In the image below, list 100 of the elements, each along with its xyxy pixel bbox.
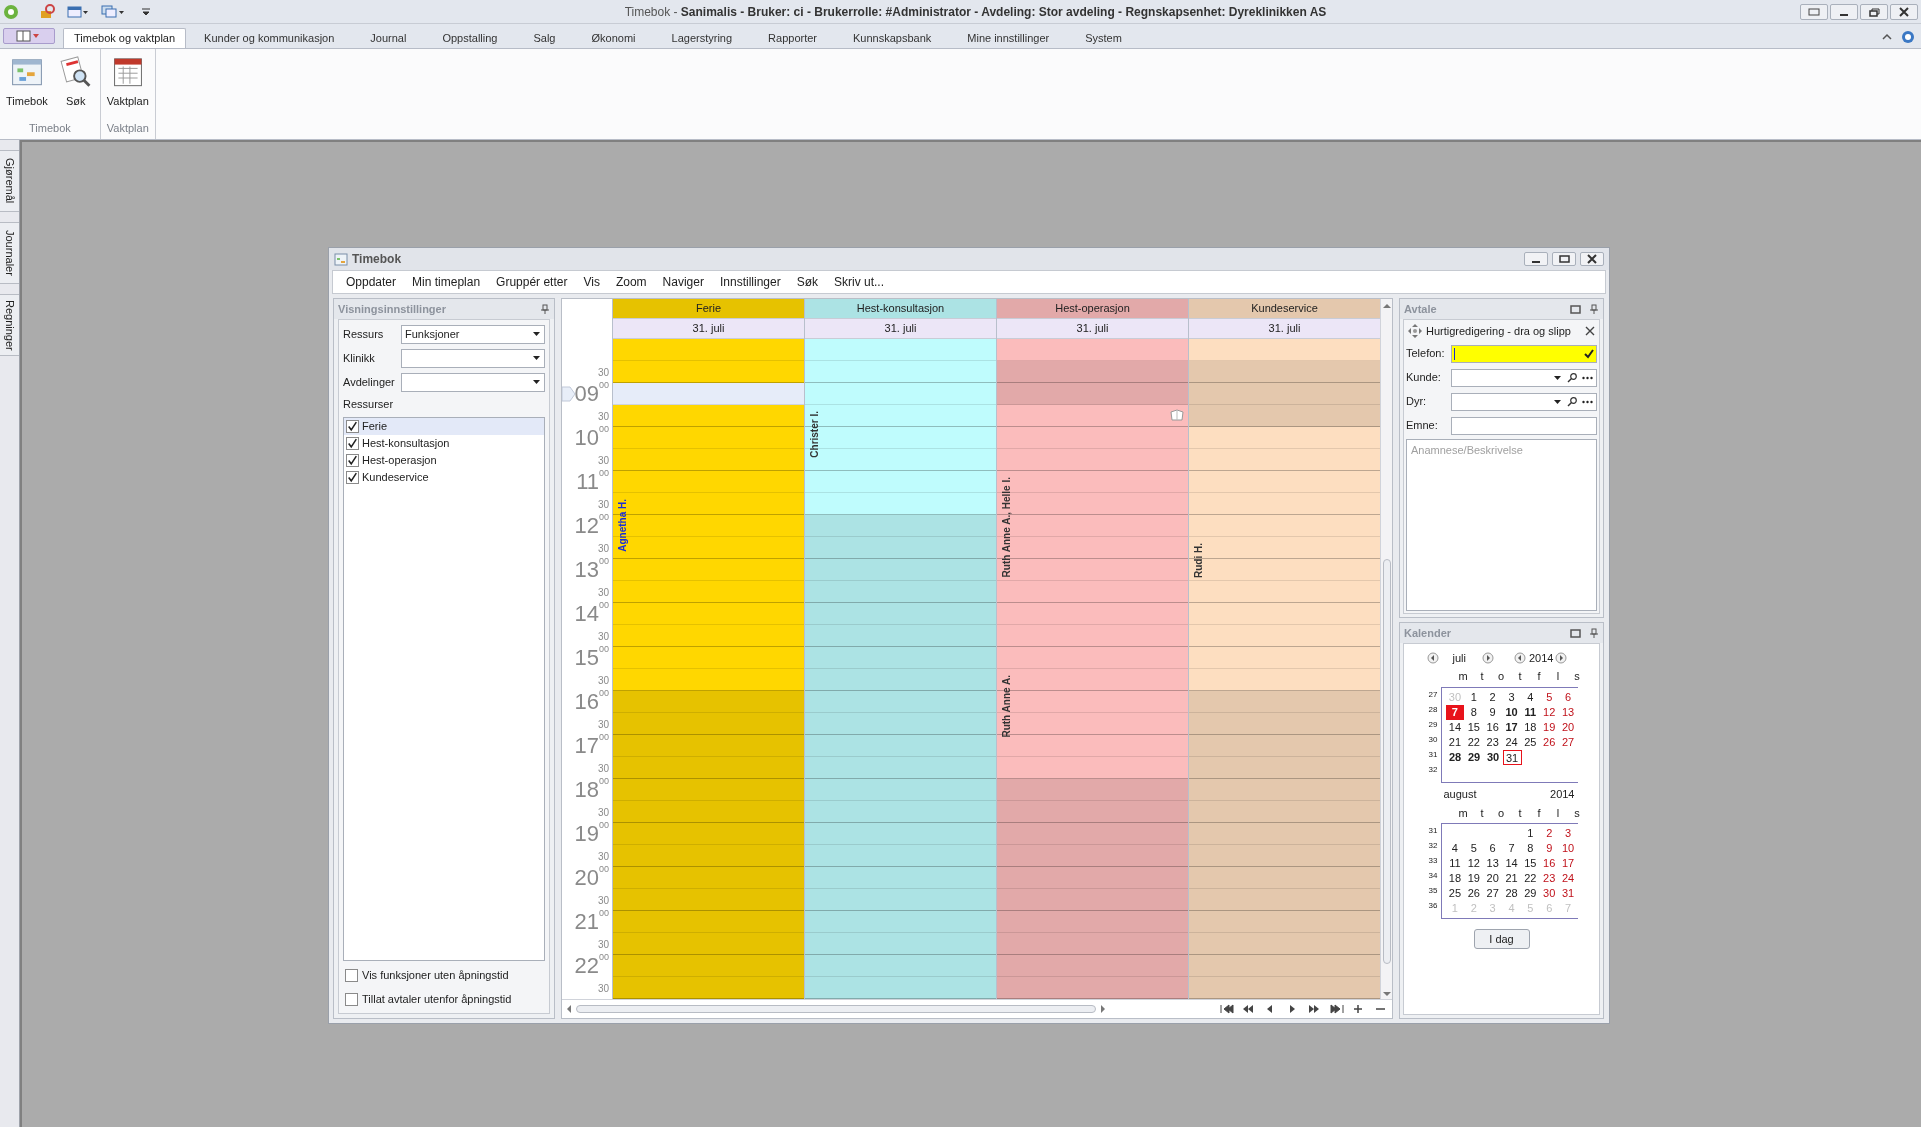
day-cell[interactable]: 4 bbox=[1520, 689, 1540, 705]
layout-icon[interactable] bbox=[16, 30, 42, 42]
dropdown[interactable]: Funksjoner bbox=[401, 324, 545, 344]
rewind-icon[interactable] bbox=[1242, 1003, 1256, 1014]
day-cell[interactable]: 31 bbox=[1502, 749, 1522, 765]
appointment-label[interactable]: Christer I. bbox=[807, 411, 822, 458]
menu-item[interactable]: Zoom bbox=[607, 273, 655, 291]
time-slot[interactable] bbox=[613, 801, 804, 823]
day-cell[interactable]: 15 bbox=[1464, 719, 1484, 735]
time-slot[interactable] bbox=[805, 669, 996, 691]
day-cell[interactable]: 21 bbox=[1502, 871, 1521, 886]
time-slot[interactable] bbox=[805, 361, 996, 383]
checkbox[interactable] bbox=[345, 968, 358, 982]
day-cell[interactable]: 14 bbox=[1445, 719, 1465, 735]
appointment-label[interactable]: Agnetha H. bbox=[615, 499, 630, 552]
menu-item[interactable]: Oppdater bbox=[338, 273, 405, 291]
day-cell[interactable]: 13 bbox=[1483, 856, 1503, 871]
appointment-label[interactable]: Ruth Anne A., Helle I. bbox=[999, 477, 1014, 578]
day-cell[interactable]: 18 bbox=[1520, 719, 1540, 735]
day-cell[interactable]: 17 bbox=[1502, 719, 1521, 735]
caret-icon[interactable] bbox=[532, 331, 541, 337]
ribbon-tab[interactable]: Rapporter bbox=[750, 28, 835, 48]
ribbon-tab[interactable]: Timebok og vaktplan bbox=[63, 28, 187, 48]
time-slot[interactable] bbox=[997, 361, 1188, 383]
time-slot[interactable] bbox=[805, 493, 996, 515]
lookup-field[interactable] bbox=[1451, 392, 1597, 411]
previous-month-icon[interactable] bbox=[1426, 652, 1439, 664]
day-cell[interactable]: 11 bbox=[1445, 856, 1465, 871]
pin-icon[interactable] bbox=[540, 303, 550, 315]
day-cell[interactable]: 26 bbox=[1539, 734, 1559, 750]
ribbon-tab[interactable]: Lagerstyring bbox=[653, 28, 751, 48]
day-cell[interactable]: 2 bbox=[1539, 826, 1559, 841]
lookup-field[interactable] bbox=[1451, 368, 1597, 387]
day-cell[interactable]: 23 bbox=[1539, 871, 1559, 886]
menu-item[interactable]: Naviger bbox=[654, 273, 712, 291]
day-cell[interactable]: 3 bbox=[1558, 826, 1578, 841]
time-slot[interactable] bbox=[613, 669, 804, 691]
day-cell[interactable]: 28 bbox=[1445, 749, 1465, 765]
time-slot[interactable] bbox=[613, 757, 804, 779]
day-cell[interactable]: 27 bbox=[1483, 886, 1503, 901]
more-icon[interactable] bbox=[1582, 375, 1593, 380]
ribbon-tab[interactable]: System bbox=[1067, 28, 1140, 48]
caret-icon[interactable] bbox=[532, 379, 541, 385]
window-icon[interactable] bbox=[67, 4, 89, 19]
window-button[interactable] bbox=[1860, 3, 1888, 20]
day-cell[interactable]: 19 bbox=[1464, 871, 1484, 886]
phone-field[interactable] bbox=[1451, 344, 1597, 363]
menu-item[interactable]: Gruppér etter bbox=[488, 273, 576, 291]
side-tab[interactable]: Journaler bbox=[0, 222, 19, 284]
day-cell[interactable]: 12 bbox=[1464, 856, 1484, 871]
day-cell[interactable]: 2 bbox=[1483, 689, 1503, 705]
time-slot[interactable] bbox=[997, 625, 1188, 647]
day-cell[interactable]: 6 bbox=[1483, 841, 1503, 856]
checkbox[interactable] bbox=[346, 453, 359, 467]
side-tab[interactable]: Gjøremål bbox=[0, 150, 19, 212]
day-cell[interactable]: 25 bbox=[1520, 734, 1540, 750]
day-cell[interactable]: 10 bbox=[1502, 704, 1521, 720]
time-slot[interactable] bbox=[997, 933, 1188, 955]
day-cell[interactable]: 6 bbox=[1558, 689, 1578, 705]
day-cell[interactable]: 28 bbox=[1502, 886, 1521, 901]
side-tab[interactable]: Regninger bbox=[0, 294, 19, 356]
pin-icon[interactable] bbox=[1589, 303, 1599, 315]
day-cell[interactable]: 18 bbox=[1445, 871, 1465, 886]
ribbon-tab[interactable]: Oppstalling bbox=[424, 28, 516, 48]
last-icon[interactable] bbox=[1330, 1003, 1344, 1014]
time-slot[interactable] bbox=[805, 801, 996, 823]
ribbon-tab[interactable]: Mine innstillinger bbox=[949, 28, 1068, 48]
list-item[interactable]: Hest-konsultasjon bbox=[344, 434, 544, 452]
checkbox[interactable] bbox=[345, 992, 358, 1006]
day-cell[interactable]: 25 bbox=[1445, 886, 1465, 901]
time-slot[interactable] bbox=[997, 801, 1188, 823]
day-cell[interactable]: 8 bbox=[1520, 841, 1540, 856]
window-button[interactable] bbox=[1830, 3, 1858, 20]
time-slot[interactable] bbox=[1189, 449, 1380, 471]
text-field[interactable] bbox=[1451, 416, 1597, 435]
appointment-label[interactable]: Ruth Anne A. bbox=[999, 675, 1014, 738]
time-slot[interactable] bbox=[805, 537, 996, 559]
checkbox[interactable] bbox=[346, 419, 359, 433]
day-cell[interactable]: 24 bbox=[1502, 734, 1521, 750]
time-slot[interactable] bbox=[805, 889, 996, 911]
time-slot[interactable] bbox=[613, 625, 804, 647]
time-slot[interactable] bbox=[805, 625, 996, 647]
time-slot[interactable] bbox=[613, 845, 804, 867]
day-cell[interactable]: 1 bbox=[1464, 689, 1484, 705]
checkbox[interactable] bbox=[346, 436, 359, 450]
time-slot[interactable] bbox=[613, 581, 804, 603]
day-cell[interactable]: 16 bbox=[1483, 719, 1503, 735]
time-slot[interactable] bbox=[997, 405, 1188, 427]
day-cell[interactable]: 29 bbox=[1464, 749, 1484, 765]
next-year-icon[interactable] bbox=[1555, 652, 1568, 664]
time-slot[interactable] bbox=[805, 933, 996, 955]
list-item[interactable]: Hest-operasjon bbox=[344, 451, 544, 469]
time-slot[interactable] bbox=[1189, 669, 1380, 691]
caret-icon[interactable] bbox=[1553, 374, 1562, 381]
day-cell[interactable]: 26 bbox=[1464, 886, 1484, 901]
menu-item[interactable]: Innstillinger bbox=[711, 273, 789, 291]
day-cell[interactable]: 22 bbox=[1520, 871, 1540, 886]
day-cell[interactable]: 7 bbox=[1502, 841, 1521, 856]
day-cell[interactable]: 8 bbox=[1464, 704, 1484, 720]
time-slot[interactable] bbox=[1189, 361, 1380, 383]
